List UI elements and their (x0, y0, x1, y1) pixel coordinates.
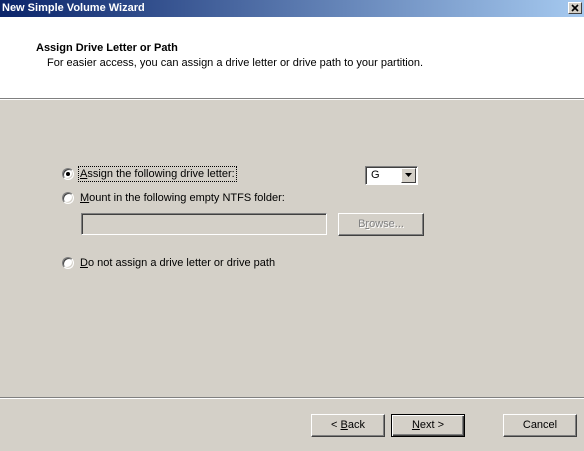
radio-mount-folder-circle[interactable] (62, 192, 74, 204)
hotkey-mount: M (80, 192, 90, 204)
drive-letter-value: G (371, 169, 380, 181)
next-button[interactable]: Next > (391, 414, 465, 437)
radio-mount-folder-label[interactable]: Mount in the following empty NTFS folder… (80, 192, 285, 204)
title-bar: New Simple Volume Wizard (0, 0, 584, 17)
browse-rest: owse... (369, 218, 404, 230)
radio-assign-letter-circle[interactable] (62, 168, 74, 180)
chevron-down-icon (405, 173, 412, 177)
back-prefix: < (331, 419, 341, 431)
drive-letter-select[interactable]: G (365, 166, 418, 185)
mount-folder-path-input[interactable] (81, 213, 327, 235)
page-title: Assign Drive Letter or Path (36, 42, 178, 54)
radio-mount-folder[interactable]: Mount in the following empty NTFS folder… (62, 192, 342, 206)
next-hotkey: N (411, 419, 420, 431)
radio-no-letter-text: o not assign a drive letter or drive pat… (87, 257, 276, 269)
back-rest: ack (347, 419, 365, 431)
window-title: New Simple Volume Wizard (2, 2, 145, 14)
back-hotkey: B (340, 419, 348, 431)
drive-letter-dropdown-button[interactable] (401, 168, 416, 183)
wizard-header: Assign Drive Letter or Path For easier a… (0, 17, 584, 100)
radio-assign-letter-label[interactable]: Assign the following drive letter: (78, 166, 237, 182)
close-button[interactable] (568, 2, 582, 14)
radio-mount-folder-text: ount in the following empty NTFS folder: (89, 192, 285, 204)
cancel-button[interactable]: Cancel (503, 414, 577, 437)
next-rest: ext > (419, 419, 445, 431)
page-subtitle: For easier access, you can assign a driv… (47, 57, 424, 69)
radio-no-letter[interactable]: Do not assign a drive letter or drive pa… (62, 257, 332, 271)
footer-divider (0, 397, 584, 399)
hotkey-no-letter: D (80, 257, 88, 269)
close-icon (571, 4, 579, 12)
radio-no-letter-label[interactable]: Do not assign a drive letter or drive pa… (80, 257, 275, 269)
radio-selected-dot (66, 172, 70, 176)
radio-assign-letter-text: ssign the following drive letter: (87, 168, 235, 180)
browse-button[interactable]: Browse... (338, 213, 424, 236)
radio-no-letter-circle[interactable] (62, 257, 74, 269)
radio-assign-letter[interactable]: Assign the following drive letter: (62, 166, 322, 182)
back-button[interactable]: < Back (311, 414, 385, 437)
